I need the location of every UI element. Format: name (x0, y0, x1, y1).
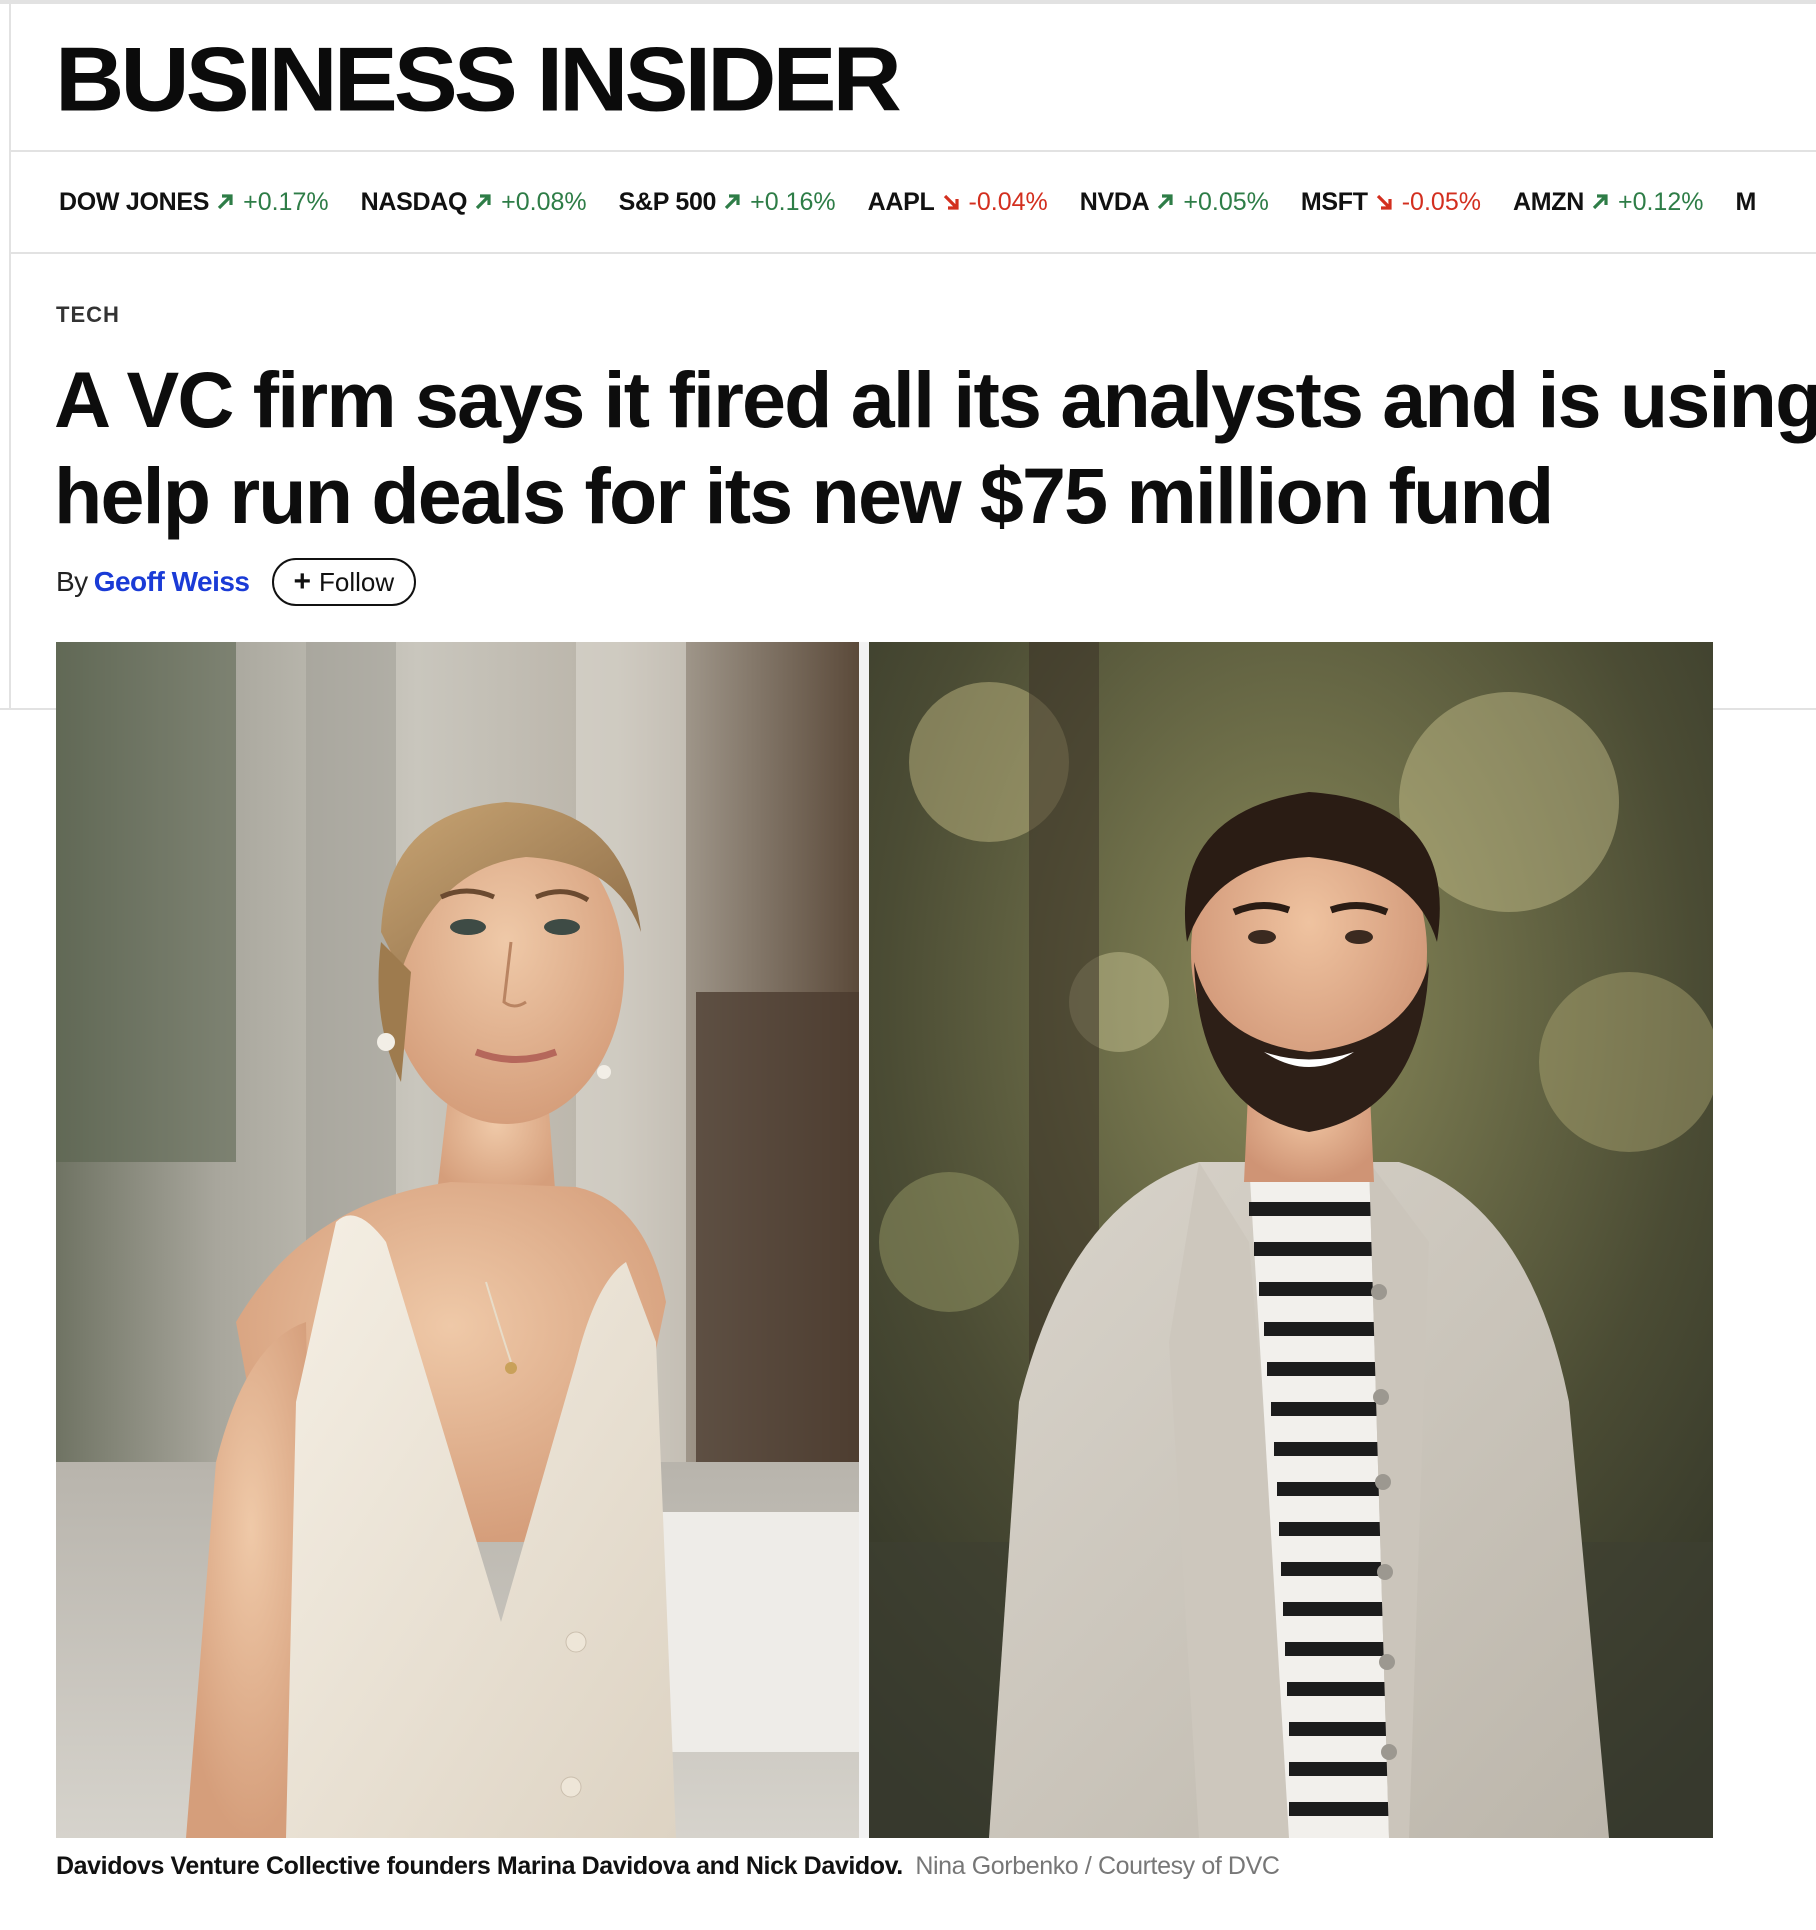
photo-divider (859, 642, 869, 1838)
ticker-change: +0.17% (243, 187, 329, 216)
ticker-item[interactable]: MSFT -0.05% (1301, 188, 1481, 217)
ticker-symbol: M (1735, 187, 1756, 216)
photo-illustration-nick (869, 642, 1713, 1838)
author-link[interactable]: Geoff Weiss (94, 566, 250, 598)
ticker-change: +0.16% (750, 187, 836, 216)
follow-button[interactable]: + Follow (271, 558, 417, 606)
ticker-change: +0.05% (1183, 187, 1269, 216)
ticker-symbol: DOW JONES (59, 187, 210, 216)
arrow-up-right-icon (1158, 194, 1173, 210)
arrow-up-right-icon (725, 194, 740, 210)
ticker-item[interactable]: S&P 500 +0.16% (619, 188, 836, 217)
arrow-down-right-icon (943, 194, 959, 210)
site-logo[interactable]: BUSINESS INSIDER (55, 34, 902, 125)
ticker-track: DOW JONES +0.17% NASDAQ +0.08% S&P 500 +0.16%… (59, 152, 1794, 252)
site-header: BUSINESS INSIDER (11, 4, 1816, 152)
arrow-up-right-icon (1592, 194, 1608, 210)
arrow-up-right-icon (217, 194, 233, 210)
ticker-change: +0.08% (501, 187, 587, 216)
byline: By Geoff Weiss + Follow (56, 556, 417, 608)
ticker-symbol: AMZN (1512, 187, 1584, 216)
headline-line-2: help run deals for its new $75 million f… (54, 451, 1554, 540)
ticker-item[interactable]: AAPL -0.04% (868, 188, 1048, 217)
founder-photo-nick (869, 642, 1713, 1838)
caption-text: Davidovs Venture Collective founders Mar… (56, 1852, 903, 1880)
article-headline: A VC firm says it fired all its analysts… (54, 352, 1816, 544)
ticker-symbol: AAPL (867, 187, 935, 216)
ticker-item[interactable]: NVDA +0.05% (1080, 188, 1269, 217)
follow-label: Follow (319, 566, 395, 597)
ticker-symbol: S&P 500 (618, 187, 717, 216)
ticker-change: -0.05% (1401, 187, 1481, 216)
photo-caption: Davidovs Venture Collective founders Mar… (56, 1852, 1280, 1881)
market-ticker: DOW JONES +0.17% NASDAQ +0.08% S&P 500 +0.16%… (11, 152, 1816, 254)
ticker-change: +0.12% (1617, 187, 1704, 216)
arrow-up-right-icon (476, 194, 491, 210)
ticker-item[interactable]: AMZN +0.12% (1513, 188, 1704, 217)
ticker-item[interactable]: M (1735, 188, 1762, 217)
ticker-symbol: NVDA (1079, 187, 1150, 216)
ticker-symbol: NASDAQ (360, 187, 468, 216)
founder-photo-marina (56, 642, 859, 1838)
headline-line-1: A VC firm says it fired all its analysts… (54, 355, 1816, 444)
photo-credit: Nina Gorbenko / Courtesy of DVC (915, 1852, 1280, 1880)
plus-icon: + (293, 565, 312, 598)
ticker-item[interactable]: DOW JONES +0.17% (59, 188, 329, 217)
ticker-change: -0.04% (968, 187, 1048, 216)
byline-label: By (56, 566, 88, 597)
ticker-symbol: MSFT (1300, 187, 1368, 216)
ticker-item[interactable]: NASDAQ +0.08% (361, 188, 587, 217)
photo-illustration-marina (56, 642, 859, 1838)
article-category[interactable]: TECH (56, 302, 120, 328)
arrow-down-right-icon (1376, 194, 1392, 210)
